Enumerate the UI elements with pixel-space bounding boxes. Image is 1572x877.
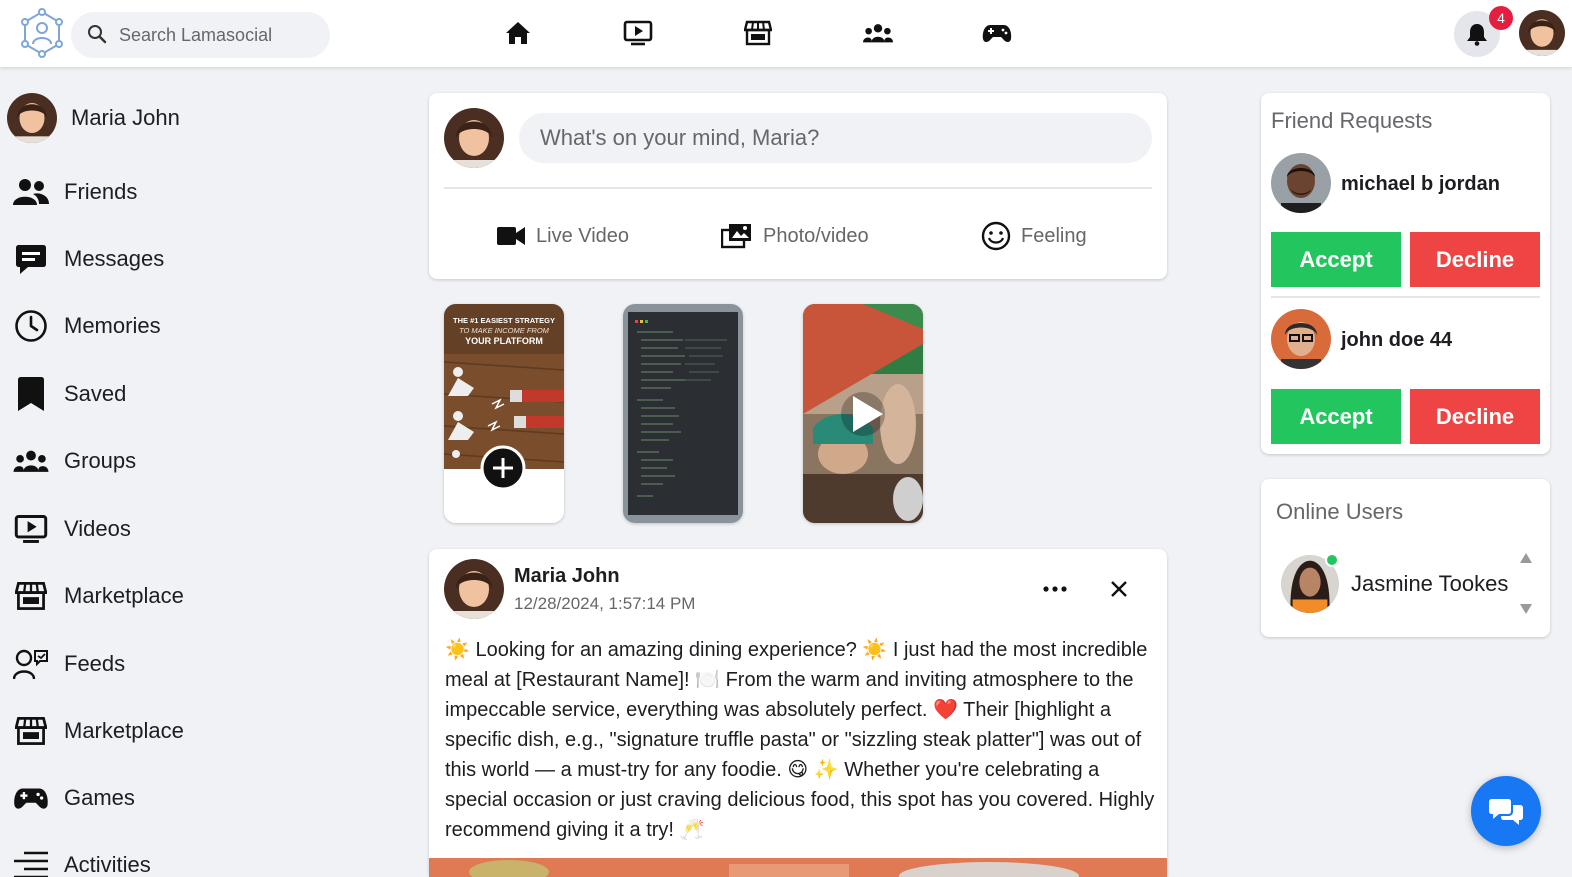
sidebar-item-marketplace-2[interactable]: Marketplace (12, 708, 184, 754)
app-logo-icon[interactable] (18, 8, 66, 58)
friends-icon (12, 173, 50, 211)
sidebar-item-label: Feeds (64, 651, 126, 676)
post-image[interactable] (429, 858, 1167, 877)
sidebar-item-label: Groups (64, 448, 137, 473)
post-author[interactable]: Maria John (514, 565, 620, 588)
marketplace-icon (12, 577, 50, 615)
sidebar-item-friends[interactable]: Friends (12, 169, 137, 215)
request-name[interactable]: michael b jordan (1341, 173, 1500, 196)
avatar (444, 559, 504, 619)
notification-count-badge: 4 (1489, 6, 1513, 30)
search-icon (88, 25, 107, 44)
online-users-title: Online Users (1276, 499, 1404, 524)
messages-icon (12, 240, 50, 278)
sidebar-item-saved[interactable]: Saved (12, 371, 126, 417)
story-text-line: TO MAKE INCOME FROM (459, 326, 550, 335)
divider (444, 187, 1152, 189)
avatar[interactable] (1271, 153, 1331, 213)
scroll-up-icon[interactable] (1519, 552, 1533, 564)
friend-requests-title: Friend Requests (1271, 108, 1433, 133)
scroll-down-icon[interactable] (1519, 603, 1533, 615)
sidebar-item-feeds[interactable]: Feeds (12, 641, 125, 687)
photo-video-button[interactable]: Photo/video (721, 219, 869, 253)
smile-icon (981, 221, 1011, 251)
story-text-line: YOUR PLATFORM (465, 336, 543, 346)
live-video-label: Live Video (536, 224, 630, 247)
close-icon[interactable] (1107, 577, 1131, 601)
video-icon[interactable] (623, 19, 653, 47)
sidebar-item-games[interactable]: Games (12, 775, 135, 821)
avatar[interactable] (1271, 309, 1331, 369)
home-icon[interactable] (503, 19, 533, 47)
sidebar-profile[interactable]: Maria John (7, 93, 180, 143)
activities-icon (12, 846, 50, 877)
feeling-button[interactable]: Feeling (981, 219, 1087, 253)
sidebar-item-messages[interactable]: Messages (12, 236, 164, 282)
video-icon (12, 510, 50, 548)
chat-icon (1489, 799, 1523, 825)
friend-requests-panel: Friend Requests michael b jordan Accept … (1261, 93, 1550, 454)
online-user[interactable]: Jasmine Tookes (1281, 554, 1508, 614)
left-sidebar: Maria John Friends Messages Memories Sav… (0, 67, 300, 877)
search-bar (71, 12, 330, 58)
sidebar-item-label: Activities (64, 852, 151, 877)
sidebar-item-label: Friends (64, 179, 138, 204)
story-add[interactable]: THE #1 EASIEST STRATEGY TO MAKE INCOME F… (444, 304, 564, 523)
photo-video-icon (721, 224, 751, 249)
sidebar-item-videos[interactable]: Videos (12, 506, 131, 552)
story-text-line: THE #1 EASIEST STRATEGY (453, 316, 555, 325)
feeds-icon (12, 645, 50, 683)
sidebar-item-memories[interactable]: Memories (12, 303, 161, 349)
online-users-panel: Online Users Jasmine Tookes (1261, 479, 1550, 637)
request-name[interactable]: john doe 44 (1341, 329, 1452, 352)
live-video-icon (497, 227, 525, 245)
story-video[interactable] (803, 304, 923, 523)
post-timestamp: 12/28/2024, 1:57:14 PM (514, 594, 696, 613)
online-user-name: Jasmine Tookes (1351, 571, 1509, 596)
games-icon[interactable] (982, 19, 1012, 47)
sidebar-item-marketplace[interactable]: Marketplace (12, 573, 184, 619)
post-composer: Live Video Photo/video Feeling (429, 93, 1167, 279)
sidebar-item-label: Marketplace (64, 718, 184, 743)
decline-button[interactable]: Decline (1410, 232, 1540, 287)
chat-button[interactable] (1471, 776, 1541, 846)
feeling-label: Feeling (1021, 224, 1087, 247)
photo-video-label: Photo/video (763, 224, 869, 247)
sidebar-profile-name: Maria John (71, 105, 180, 130)
groups-icon[interactable] (863, 19, 893, 47)
status-input[interactable] (519, 113, 1152, 163)
games-icon (12, 779, 50, 817)
search-input[interactable] (119, 22, 319, 48)
online-status-indicator (1325, 553, 1339, 567)
avatar (7, 93, 57, 143)
clock-icon (12, 307, 50, 345)
avatar (444, 108, 504, 168)
live-video-button[interactable]: Live Video (496, 219, 629, 253)
marketplace-icon (12, 712, 50, 750)
accept-button[interactable]: Accept (1271, 389, 1401, 444)
bell-icon (1467, 24, 1487, 46)
accept-button[interactable]: Accept (1271, 232, 1401, 287)
sidebar-item-label: Marketplace (64, 583, 184, 608)
sidebar-item-label: Messages (64, 246, 165, 271)
sidebar-item-groups[interactable]: Groups (12, 438, 136, 484)
sidebar-item-label: Memories (64, 313, 161, 338)
user-avatar[interactable] (1519, 10, 1565, 56)
top-bar: 4 (0, 0, 1572, 67)
sidebar-item-label: Videos (64, 516, 131, 541)
post-card: Maria John 12/28/2024, 1:57:14 PM ☀️ Loo… (429, 549, 1167, 877)
sidebar-item-label: Saved (64, 381, 127, 406)
story-item[interactable] (623, 304, 743, 523)
sidebar-item-activities[interactable]: Activities (12, 842, 151, 877)
divider (1271, 296, 1540, 298)
sidebar-item-label: Games (64, 785, 135, 810)
more-options-icon[interactable] (1041, 577, 1069, 601)
post-text: ☀️ Looking for an amazing dining experie… (445, 639, 1155, 841)
groups-icon (12, 442, 50, 480)
bookmark-icon (12, 375, 50, 413)
decline-button[interactable]: Decline (1410, 389, 1540, 444)
marketplace-icon[interactable] (743, 19, 773, 47)
